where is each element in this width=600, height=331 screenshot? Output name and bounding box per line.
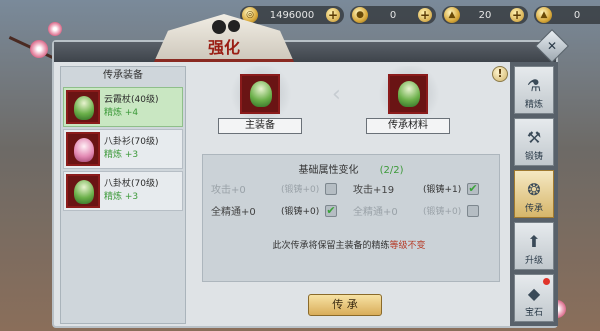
cherry-blossom-icon xyxy=(30,40,48,58)
tab-label: 升级 xyxy=(524,256,543,266)
panel-header xyxy=(54,42,556,62)
attribute-row: 攻击+19 (锻铸+1) ✔ xyxy=(353,181,493,196)
attribute-checkbox[interactable]: ✔ xyxy=(325,204,337,217)
tab-refine[interactable]: ⚗ 精炼 xyxy=(514,66,554,114)
inherit-main-area: 主装备 ‹ 传承材料 ! 基础属性变化 (2/2) 攻击+0 (锻铸+0) 攻击… xyxy=(194,66,508,324)
list-item[interactable]: 云霞杖(40级) 精炼 +4 xyxy=(63,87,183,127)
robe-icon xyxy=(66,132,100,166)
main-equipment-label: 主装备 xyxy=(218,118,302,134)
currency-silver-ingot: ▲ 0 + xyxy=(534,6,600,24)
main-equipment-slot[interactable] xyxy=(240,74,280,114)
attribute-title: 基础属性变化 (2/2) xyxy=(203,161,499,176)
refine-icon: ⚗ xyxy=(526,76,542,95)
arrow-left-icon: ‹ xyxy=(332,82,341,107)
material-label: 传承材料 xyxy=(366,118,450,134)
info-icon[interactable]: ! xyxy=(492,66,508,82)
side-tabs: ⚗ 精炼 ⚒ 锻铸 ❂ 传承 ⬆ 升级 ◆ 宝石 xyxy=(510,62,558,326)
enhance-panel: 强化 ✕ 传承装备 云霞杖(40级) 精炼 +4 八卦衫(70级) 精炼 +3 … xyxy=(52,14,569,328)
item-name: 八卦杖(70级) xyxy=(104,179,159,189)
list-item[interactable]: 八卦杖(70级) 精炼 +3 xyxy=(63,171,183,211)
gold-ingot-icon: ▲ xyxy=(444,7,460,23)
currency-value: 0 xyxy=(389,9,397,21)
material-equipment-slot[interactable] xyxy=(388,74,428,114)
item-refine: 精炼 +4 xyxy=(104,108,139,118)
note-text: 此次传承将保留主装备的精练 xyxy=(272,241,390,251)
tab-label: 精炼 xyxy=(524,100,543,110)
tab-forge[interactable]: ⚒ 锻铸 xyxy=(514,118,554,166)
character-silhouette-icon xyxy=(212,20,226,34)
attribute-tag: (锻铸+0) xyxy=(281,185,320,195)
tab-gem[interactable]: ◆ 宝石 xyxy=(514,274,554,322)
attribute-row: 攻击+0 (锻铸+0) xyxy=(211,181,351,196)
attribute-checkbox[interactable] xyxy=(325,182,337,195)
item-refine: 精炼 +3 xyxy=(104,192,139,202)
title-tab: 强化 xyxy=(154,14,294,62)
inherit-equipment-list: 传承装备 云霞杖(40级) 精炼 +4 八卦衫(70级) 精炼 +3 八卦杖(7… xyxy=(60,66,186,324)
attribute-label: 全精通+0 xyxy=(211,207,256,218)
list-item[interactable]: 八卦衫(70级) 精炼 +3 xyxy=(63,129,183,169)
attribute-checkbox[interactable]: ✔ xyxy=(467,182,479,195)
cherry-blossom-icon xyxy=(48,22,62,36)
staff-icon xyxy=(66,90,100,124)
list-header: 传承装备 xyxy=(103,70,143,81)
item-name: 云霞杖(40级) xyxy=(104,95,159,105)
add-currency-button[interactable]: + xyxy=(418,8,432,22)
currency-value: 0 xyxy=(573,9,581,21)
inherit-button[interactable]: 传 承 xyxy=(308,294,382,316)
attribute-title-text: 基础属性变化 xyxy=(298,165,359,176)
staff-icon xyxy=(66,174,100,208)
attribute-change-box: 基础属性变化 (2/2) 攻击+0 (锻铸+0) 攻击+19 (锻铸+1) ✔ … xyxy=(202,154,500,282)
add-currency-button[interactable]: + xyxy=(510,8,524,22)
scroll-icon: ❂ xyxy=(527,180,541,199)
note-warning: 等级不变 xyxy=(389,241,426,251)
upgrade-arrow-icon: ⬆ xyxy=(527,232,541,251)
attribute-tag: (锻铸+0) xyxy=(281,207,320,217)
item-refine: 精炼 +3 xyxy=(104,150,139,160)
attribute-checkbox[interactable] xyxy=(467,204,479,217)
check-icon: ✔ xyxy=(326,204,336,217)
currency-ingot: ● 0 + xyxy=(350,6,436,24)
item-name: 八卦衫(70级) xyxy=(104,137,159,147)
check-icon: ✔ xyxy=(468,182,478,195)
gem-icon: ◆ xyxy=(527,284,541,303)
close-icon: ✕ xyxy=(546,39,558,53)
attribute-row: 全精通+0 (锻铸+0) ✔ xyxy=(211,203,351,218)
currency-bar: ◎ 1496000 + ● 0 + ▲ 20 + ▲ 0 + xyxy=(240,4,600,26)
currency-value: 20 xyxy=(478,9,492,21)
character-silhouette-icon xyxy=(228,20,240,32)
tab-label: 传承 xyxy=(524,204,543,214)
anvil-icon: ⚒ xyxy=(526,128,542,147)
tab-upgrade[interactable]: ⬆ 升级 xyxy=(514,222,554,270)
add-currency-button[interactable]: + xyxy=(326,8,340,22)
inherit-note: 此次传承将保留主装备的精练等级不变 xyxy=(194,238,504,251)
attribute-row: 全精通+0 (锻铸+0) xyxy=(353,203,493,218)
attribute-tag: (锻铸+0) xyxy=(423,207,462,217)
currency-gold-ingot: ▲ 20 + xyxy=(442,6,528,24)
page-title: 强化 xyxy=(207,38,240,57)
attribute-label: 攻击+19 xyxy=(353,185,395,196)
attribute-label: 攻击+0 xyxy=(211,185,246,196)
attribute-count: (2/2) xyxy=(379,165,404,176)
attribute-tag: (锻铸+1) xyxy=(423,185,462,195)
ingot-icon: ● xyxy=(352,7,368,23)
tab-label: 宝石 xyxy=(524,308,543,318)
notification-dot-icon xyxy=(543,278,550,285)
tab-inherit[interactable]: ❂ 传承 xyxy=(514,170,554,218)
tab-label: 锻铸 xyxy=(524,152,543,162)
silver-ingot-icon: ▲ xyxy=(536,7,552,23)
attribute-label: 全精通+0 xyxy=(353,207,398,218)
